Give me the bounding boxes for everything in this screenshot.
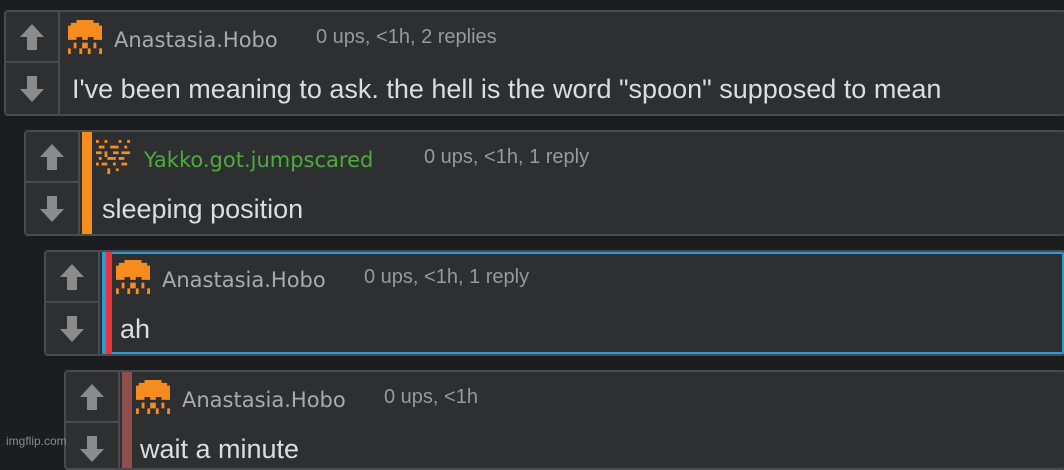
thread-depth-stripe xyxy=(122,372,132,468)
user-avatar[interactable] xyxy=(136,380,170,414)
arrow-up-icon xyxy=(20,23,44,50)
user-avatar[interactable] xyxy=(116,260,150,294)
comment: Anastasia.Hobo 0 ups, <1h, 1 reply ah xyxy=(44,250,1064,356)
arrow-up-icon xyxy=(40,143,64,170)
vote-controls xyxy=(26,132,80,234)
upvote-button[interactable] xyxy=(6,12,58,63)
arrow-down-icon xyxy=(40,195,64,222)
arrow-up-icon xyxy=(60,263,84,290)
arrow-down-icon xyxy=(60,315,84,342)
comment-meta: 0 ups, <1h, 1 reply xyxy=(364,266,530,288)
comment: Anastasia.Hobo 0 ups, <1h, 2 replies I'v… xyxy=(4,10,1064,116)
upvote-button[interactable] xyxy=(26,132,78,183)
vote-controls xyxy=(46,252,100,354)
downvote-button[interactable] xyxy=(26,183,78,234)
downvote-button[interactable] xyxy=(6,63,58,114)
vote-controls xyxy=(6,12,60,114)
comment-text: I've been meaning to ask. the hell is th… xyxy=(72,74,942,104)
comment: Anastasia.Hobo 0 ups, <1h wait a minute xyxy=(64,370,1064,470)
comment: Yakko.got.jumpscared 0 ups, <1h, 1 reply… xyxy=(24,130,1064,236)
upvote-button[interactable] xyxy=(66,372,118,423)
downvote-button[interactable] xyxy=(46,303,98,354)
username-link[interactable]: Anastasia.Hobo xyxy=(182,388,346,412)
comment-text: wait a minute xyxy=(140,434,300,464)
username-link[interactable]: Anastasia.Hobo xyxy=(162,268,326,292)
user-avatar[interactable] xyxy=(96,140,130,174)
comment-meta: 0 ups, <1h, 2 replies xyxy=(316,26,497,48)
comment-text: sleeping position xyxy=(102,194,304,224)
username-link[interactable]: Yakko.got.jumpscared xyxy=(144,148,373,172)
upvote-button[interactable] xyxy=(46,252,98,303)
arrow-down-icon xyxy=(80,435,104,462)
thread-depth-stripe xyxy=(82,132,92,234)
site-watermark: imgflip.com xyxy=(6,434,67,448)
downvote-button[interactable] xyxy=(66,423,118,468)
comment-meta: 0 ups, <1h xyxy=(384,386,478,408)
vote-controls xyxy=(66,372,120,468)
arrow-up-icon xyxy=(80,383,104,410)
comment-text: ah xyxy=(120,314,151,344)
thread-depth-stripe xyxy=(102,252,112,354)
user-avatar[interactable] xyxy=(68,20,102,54)
comment-meta: 0 ups, <1h, 1 reply xyxy=(424,146,590,168)
arrow-down-icon xyxy=(20,75,44,102)
username-link[interactable]: Anastasia.Hobo xyxy=(114,28,278,52)
